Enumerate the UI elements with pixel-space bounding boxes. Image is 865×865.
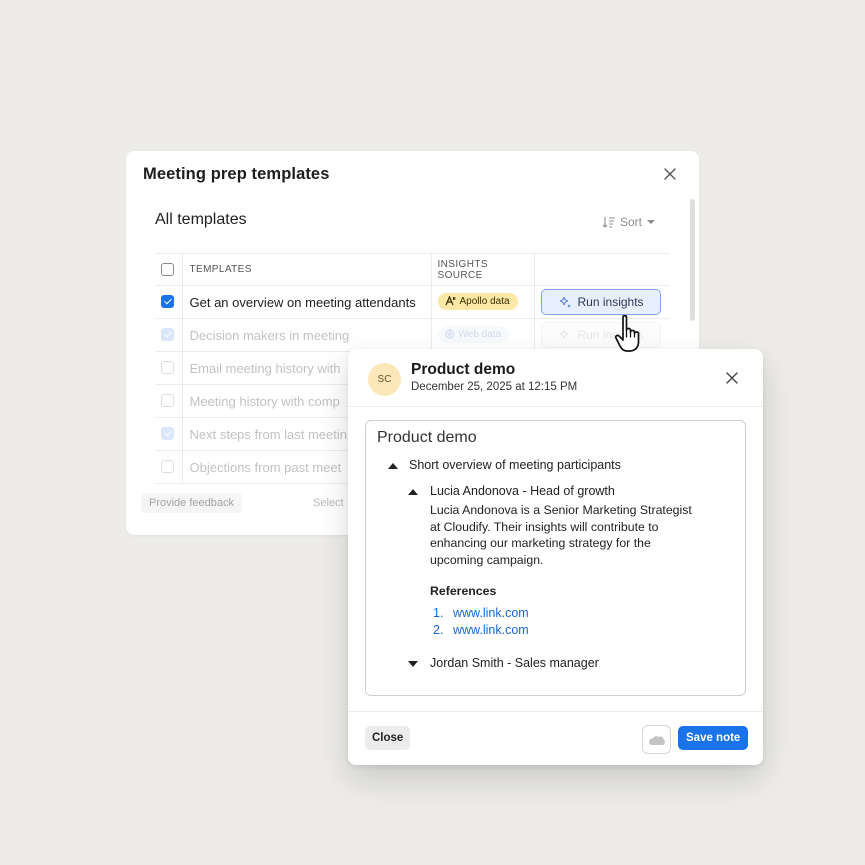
modal-title: Product demo [411,361,516,378]
template-name: Get an overview on meeting attendants [182,285,432,319]
row-checkbox[interactable] [161,394,174,408]
cloud-icon [648,735,665,745]
column-header-insights-source: INSIGHTS SOURCE [431,253,535,286]
row-checkbox[interactable] [161,328,174,342]
template-name: Decision makers in meeting [182,318,432,352]
table-row[interactable]: Get an overview on meeting attendants Ap… [155,285,670,319]
collapse-triangle-icon[interactable] [388,463,398,469]
person-description: Lucia Andonova is a Senior Marketing Str… [430,503,692,567]
column-header-templates: TEMPLATES [182,253,432,286]
close-icon[interactable] [662,166,678,182]
web-data-badge: Web data [437,325,510,343]
table-header: TEMPLATES INSIGHTS SOURCE [155,253,670,286]
section-heading: Short overview of meeting participants [409,458,621,472]
all-templates-heading: All templates [155,211,247,228]
divider [348,406,763,407]
salesforce-sync-button[interactable] [642,725,671,754]
note-editor[interactable]: Product demo Short overview of meeting p… [365,420,746,696]
provide-feedback-button[interactable]: Provide feedback [141,493,242,513]
avatar: SC [368,363,401,396]
sort-button[interactable]: Sort [602,215,656,229]
save-note-button[interactable]: Save note [678,726,749,750]
reference-link[interactable]: 1. www.link.com [433,606,529,620]
close-button[interactable]: Close [365,726,411,750]
row-checkbox[interactable] [161,460,174,474]
divider [348,711,763,712]
hand-pointer-icon [614,314,640,352]
note-modal: SC Product demo December 25, 2025 at 12:… [348,349,763,765]
sort-label: Sort [620,215,643,229]
person-heading: Lucia Andonova - Head of growth [430,484,615,498]
sort-icon [602,217,615,228]
globe-icon [444,329,455,340]
apollo-data-badge: Apollo data [437,292,518,310]
scrollbar[interactable] [690,199,695,321]
apollo-icon [444,296,455,306]
select-all-checkbox[interactable] [161,263,174,276]
collapse-triangle-icon[interactable] [408,489,418,495]
person-heading: Jordan Smith - Sales manager [430,656,599,670]
reference-link[interactable]: 2. www.link.com [433,623,529,637]
sparkle-icon [559,296,571,308]
expand-triangle-icon[interactable] [408,661,418,667]
row-checkbox[interactable] [161,361,174,375]
close-icon[interactable] [725,371,739,385]
run-insights-button[interactable]: Run insights [540,289,661,315]
row-checkbox[interactable] [161,295,174,309]
templates-panel-title: Meeting prep templates [143,165,330,183]
note-title: Product demo [377,429,477,446]
row-checkbox[interactable] [161,427,174,441]
meeting-date: December 25, 2025 at 12:15 PM [411,381,578,393]
chevron-down-icon [647,220,656,224]
table-row[interactable]: Decision makers in meeting Web data Run … [155,318,670,352]
sparkle-icon [559,329,568,338]
select-button[interactable]: Select [313,497,344,509]
references-heading: References [430,584,497,598]
